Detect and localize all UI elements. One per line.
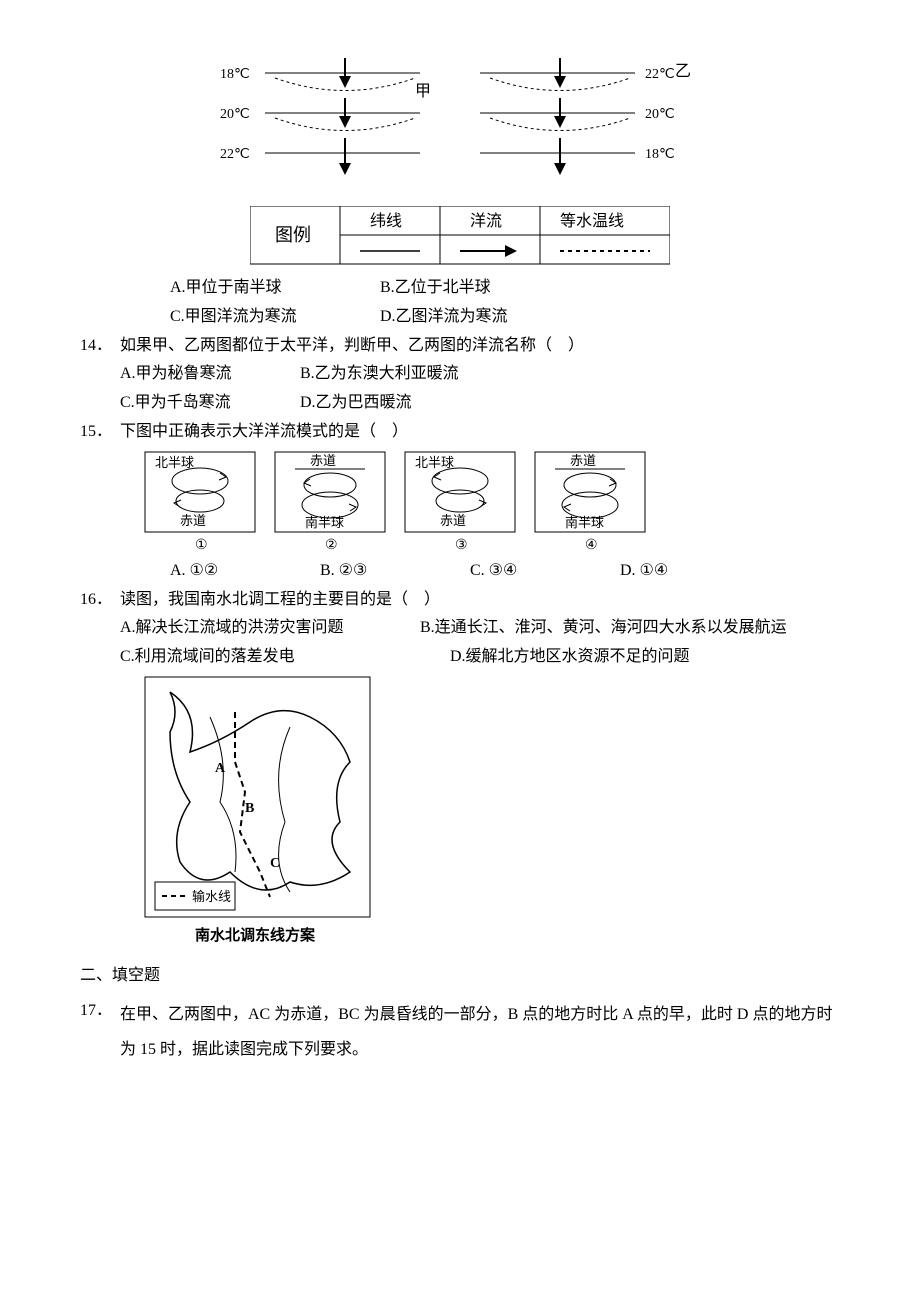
q13-options: A.甲位于南半球 B.乙位于北半球 C.甲图洋流为寒流 D.乙图洋流为寒流 — [80, 274, 840, 332]
svg-text:18℃: 18℃ — [220, 67, 250, 82]
q15-options: A. ①② B. ②③ C. ③④ D. ①④ — [80, 557, 840, 586]
q15-D: D. ①④ — [620, 557, 780, 586]
q16-stem: 读图，我国南水北调工程的主要目的是（ ） — [120, 591, 440, 608]
section-2-title: 二、填空题 — [80, 962, 840, 991]
svg-text:20℃: 20℃ — [645, 107, 675, 122]
svg-text:赤道: 赤道 — [310, 453, 336, 468]
q14-C: C.甲为千岛寒流 — [120, 389, 300, 418]
q13-B: B.乙位于北半球 — [380, 274, 540, 303]
q14-A: A.甲为秘鲁寒流 — [120, 360, 300, 389]
svg-text:②: ② — [325, 538, 338, 553]
q16: 16． 读图，我国南水北调工程的主要目的是（ ） A.解决长江流域的洪涝灾害问题… — [80, 586, 840, 672]
figure-isotherms: 18℃ 20℃ 22℃ 甲 22℃ 20℃ — [80, 48, 840, 198]
q16-A: A.解决长江流域的洪涝灾害问题 — [120, 614, 420, 643]
q15: 15． 下图中正确表示大洋洋流模式的是（ ） — [80, 418, 840, 447]
svg-text:18℃: 18℃ — [645, 147, 675, 162]
q14-B: B.乙为东澳大利亚暖流 — [300, 360, 460, 389]
q13-D: D.乙图洋流为寒流 — [380, 303, 540, 332]
svg-text:22℃: 22℃ — [220, 147, 250, 162]
svg-text:赤道: 赤道 — [570, 453, 596, 468]
svg-text:①: ① — [195, 538, 208, 553]
svg-text:③: ③ — [455, 538, 468, 553]
q14-D: D.乙为巴西暖流 — [300, 389, 460, 418]
q13-A: A.甲位于南半球 — [170, 274, 380, 303]
q16-C: C.利用流域间的落差发电 — [120, 643, 450, 672]
svg-text:南水北调东线方案: 南水北调东线方案 — [195, 926, 316, 944]
svg-text:洋流: 洋流 — [470, 212, 502, 230]
q16-D: D.缓解北方地区水资源不足的问题 — [450, 643, 690, 672]
svg-text:C: C — [270, 856, 280, 871]
svg-text:20℃: 20℃ — [220, 107, 250, 122]
svg-text:B: B — [245, 801, 254, 816]
figure-legend-table: 图例 纬线 洋流 等水温线 — [80, 206, 840, 266]
svg-text:乙: 乙 — [675, 63, 691, 80]
q15-num: 15． — [80, 418, 120, 447]
svg-text:等水温线: 等水温线 — [560, 212, 624, 230]
svg-text:赤道: 赤道 — [440, 513, 466, 528]
q14-num: 14． — [80, 332, 120, 418]
svg-text:A: A — [215, 761, 226, 776]
figure-map: A B C 输水线 南水北调东线方案 — [80, 672, 840, 952]
q15-A: A. ①② — [170, 557, 320, 586]
svg-text:北半球: 北半球 — [415, 455, 454, 470]
q17: 17． 在甲、乙两图中，AC 为赤道，BC 为晨昏线的一部分，B 点的地方时比 … — [80, 997, 840, 1067]
q14-stem: 如果甲、乙两图都位于太平洋，判断甲、乙两图的洋流名称（ ） — [120, 337, 584, 354]
q16-num: 16． — [80, 586, 120, 672]
svg-text:22℃: 22℃ — [645, 67, 675, 82]
svg-text:赤道: 赤道 — [180, 513, 206, 528]
svg-text:输水线: 输水线 — [192, 889, 231, 904]
q15-B: B. ②③ — [320, 557, 470, 586]
q17-stem: 在甲、乙两图中，AC 为赤道，BC 为晨昏线的一部分，B 点的地方时比 A 点的… — [120, 1006, 832, 1058]
q15-stem: 下图中正确表示大洋洋流模式的是（ ） — [120, 423, 408, 440]
svg-text:甲: 甲 — [415, 83, 431, 100]
figure-gyres: 北半球 赤道 ① 赤道 南半球 ② 北半球 赤道 ③ 赤道 南半球 — [80, 447, 840, 557]
svg-text:北半球: 北半球 — [155, 455, 194, 470]
q14: 14． 如果甲、乙两图都位于太平洋，判断甲、乙两图的洋流名称（ ） A.甲为秘鲁… — [80, 332, 840, 418]
q16-B: B.连通长江、淮河、黄河、海河四大水系以发展航运 — [420, 614, 787, 643]
q13-C: C.甲图洋流为寒流 — [170, 303, 380, 332]
q15-C: C. ③④ — [470, 557, 620, 586]
q17-num: 17． — [80, 997, 120, 1067]
svg-text:④: ④ — [585, 538, 598, 553]
isotherm-svg: 18℃ 20℃ 22℃ 甲 22℃ 20℃ — [200, 48, 720, 198]
svg-text:纬线: 纬线 — [370, 212, 402, 230]
svg-text:图例: 图例 — [275, 225, 311, 245]
